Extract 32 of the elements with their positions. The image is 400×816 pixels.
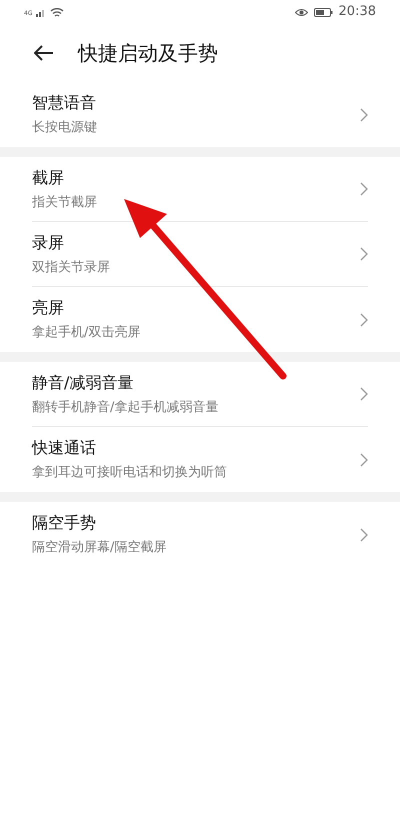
item-subtitle: 双指关节录屏 <box>32 258 110 277</box>
battery-icon <box>314 8 333 16</box>
chevron-right-icon <box>360 182 368 196</box>
item-subtitle: 长按电源键 <box>32 119 97 138</box>
eye-icon <box>294 8 308 16</box>
item-subtitle: 拿起手机/双击亮屏 <box>32 324 140 342</box>
signal-icon <box>36 8 46 16</box>
item-subtitle: 隔空滑动屏幕/隔空截屏 <box>32 539 166 558</box>
item-subtitle: 指关节截屏 <box>32 194 97 212</box>
item-title: 快速通话 <box>32 437 97 460</box>
page-title: 快捷启动及手势 <box>78 40 218 67</box>
chevron-right-icon <box>360 387 368 401</box>
chevron-right-icon <box>360 452 368 466</box>
settings-item[interactable]: 快速通话 拿到耳边可接听电话和切换为听筒 <box>32 427 368 492</box>
item-title: 隔空手势 <box>32 512 97 534</box>
settings-item[interactable]: 智慧语音 长按电源键 <box>32 82 368 147</box>
chevron-right-icon <box>360 108 368 122</box>
item-title: 截屏 <box>32 166 65 189</box>
item-title: 智慧语音 <box>32 92 97 114</box>
chevron-right-icon <box>360 247 368 261</box>
clock-time: 20:38 <box>338 3 376 22</box>
chevron-right-icon <box>360 312 368 326</box>
settings-item[interactable]: 亮屏 拿起手机/双击亮屏 <box>32 287 368 352</box>
chevron-right-icon <box>360 528 368 542</box>
item-title: 录屏 <box>32 232 65 254</box>
settings-item[interactable]: 隔空手势 隔空滑动屏幕/隔空截屏 <box>32 502 368 567</box>
wifi-icon <box>50 6 64 18</box>
item-title: 亮屏 <box>32 297 65 320</box>
item-title: 静音/减弱音量 <box>32 372 134 394</box>
item-subtitle: 拿到耳边可接听电话和切换为听筒 <box>32 464 227 482</box>
settings-item[interactable]: 静音/减弱音量 翻转手机静音/拿起手机减弱音量 <box>32 362 368 427</box>
item-subtitle: 翻转手机静音/拿起手机减弱音量 <box>32 398 218 417</box>
